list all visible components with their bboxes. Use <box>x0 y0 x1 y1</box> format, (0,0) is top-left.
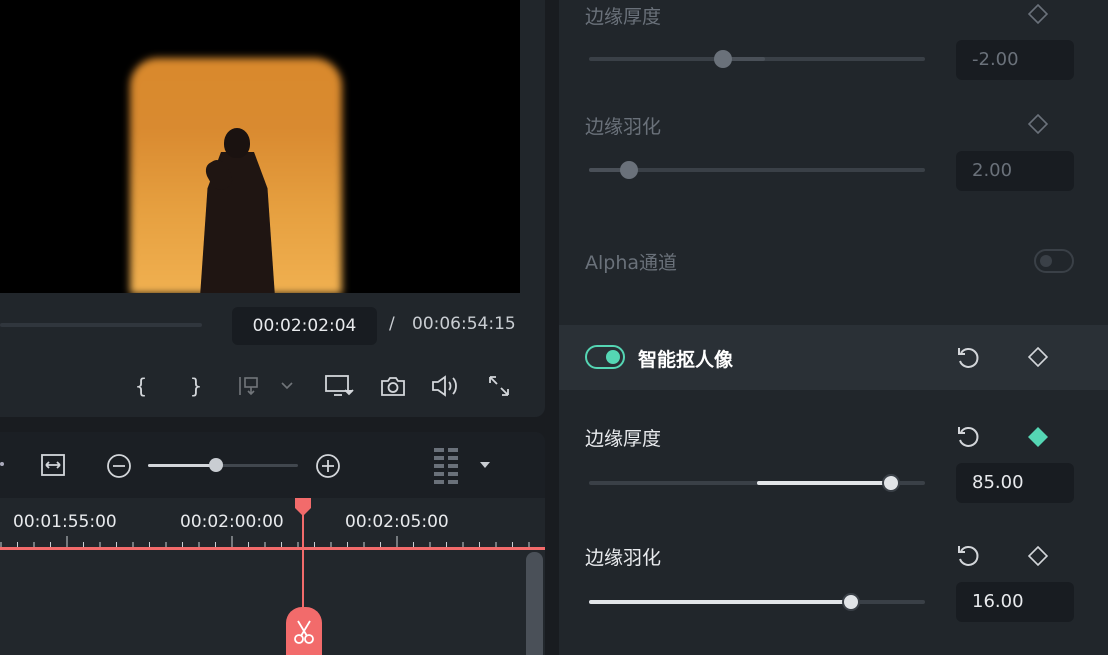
track-area[interactable] <box>0 550 545 655</box>
mark-in-button[interactable]: { <box>131 372 151 400</box>
zoom-slider[interactable] <box>148 458 298 472</box>
edge-feather-label-disabled: 边缘羽化 <box>585 116 662 138</box>
zoom-slider-fill <box>148 464 216 467</box>
caret-down-icon[interactable] <box>478 457 492 471</box>
zoom-out-icon[interactable] <box>106 453 132 479</box>
video-viewer[interactable] <box>0 0 520 293</box>
total-duration: 00:06:54:15 <box>412 314 516 334</box>
keyframe-diamond-icon[interactable] <box>1027 346 1049 368</box>
vertical-scrollbar[interactable] <box>526 552 543 655</box>
chevron-down-icon[interactable] <box>279 372 295 400</box>
time-separator: / <box>389 314 395 334</box>
keyframe-diamond-icon[interactable] <box>1027 3 1049 25</box>
mark-out-button[interactable]: } <box>186 372 206 400</box>
toggle-knob <box>606 350 620 364</box>
current-time-field[interactable]: 00:02:02:04 <box>232 307 377 345</box>
keyframe-diamond-filled-icon[interactable] <box>1027 426 1049 448</box>
reset-icon[interactable] <box>955 543 981 569</box>
edge-feather-slider-disabled[interactable] <box>589 161 925 179</box>
fit-to-timeline-icon[interactable] <box>38 452 68 478</box>
camera-icon[interactable] <box>379 372 407 400</box>
alpha-channel-toggle[interactable] <box>1034 249 1074 273</box>
playhead-handle[interactable] <box>294 498 312 516</box>
edge-feather-label: 边缘羽化 <box>585 547 662 569</box>
toggle-knob <box>1040 255 1052 267</box>
zoom-in-icon[interactable] <box>315 453 341 479</box>
reset-icon[interactable] <box>955 424 981 450</box>
zoom-slider-thumb[interactable] <box>208 458 223 472</box>
slider-thumb[interactable] <box>842 593 861 611</box>
smart-portrait-title: 智能抠人像 <box>638 349 734 371</box>
timeline-ruler[interactable]: 00:01:55:00 00:02:00:00 00:02:05:00 <box>0 498 545 550</box>
edge-feather-slider[interactable] <box>589 593 925 611</box>
slider-fill <box>589 600 852 604</box>
edge-feather-value[interactable]: 16.00 <box>956 582 1074 622</box>
timeline-toolbar <box>0 432 545 498</box>
ruler-label: 00:02:05:00 <box>345 512 449 532</box>
edge-thickness-value[interactable]: 85.00 <box>956 463 1074 503</box>
smart-portrait-toggle[interactable] <box>585 345 625 369</box>
reset-icon[interactable] <box>955 345 981 371</box>
edge-thickness-label: 边缘厚度 <box>585 428 662 450</box>
keyframe-diamond-icon[interactable] <box>1027 113 1049 135</box>
toolbar-dot <box>0 462 4 466</box>
insert-clip-icon[interactable] <box>236 372 264 400</box>
ruler-label: 00:02:00:00 <box>180 512 284 532</box>
scissors-icon[interactable] <box>286 607 322 655</box>
display-settings-icon[interactable] <box>324 372 354 400</box>
volume-icon[interactable] <box>430 372 462 400</box>
fullscreen-icon[interactable] <box>485 372 513 400</box>
preview-panel: 00:02:02:04 / 00:06:54:15 { } <box>0 0 545 417</box>
edge-thickness-value-disabled[interactable]: -2.00 <box>956 40 1074 80</box>
edge-feather-value-disabled[interactable]: 2.00 <box>956 151 1074 191</box>
edge-thickness-label-disabled: 边缘厚度 <box>585 6 662 28</box>
edge-thickness-slider[interactable] <box>589 474 925 492</box>
alpha-channel-label: Alpha通道 <box>585 252 678 274</box>
timeline-panel: 00:01:55:00 00:02:00:00 00:02:05:00 <box>0 432 545 655</box>
keyframe-diamond-icon[interactable] <box>1027 545 1049 567</box>
track-height-icon[interactable] <box>432 446 460 486</box>
playback-progress-bar[interactable] <box>0 323 202 327</box>
slider-fill <box>757 481 892 485</box>
edge-thickness-slider-disabled[interactable] <box>589 50 925 68</box>
ruler-label: 00:01:55:00 <box>13 512 117 532</box>
video-frame-singer-head <box>224 128 250 158</box>
